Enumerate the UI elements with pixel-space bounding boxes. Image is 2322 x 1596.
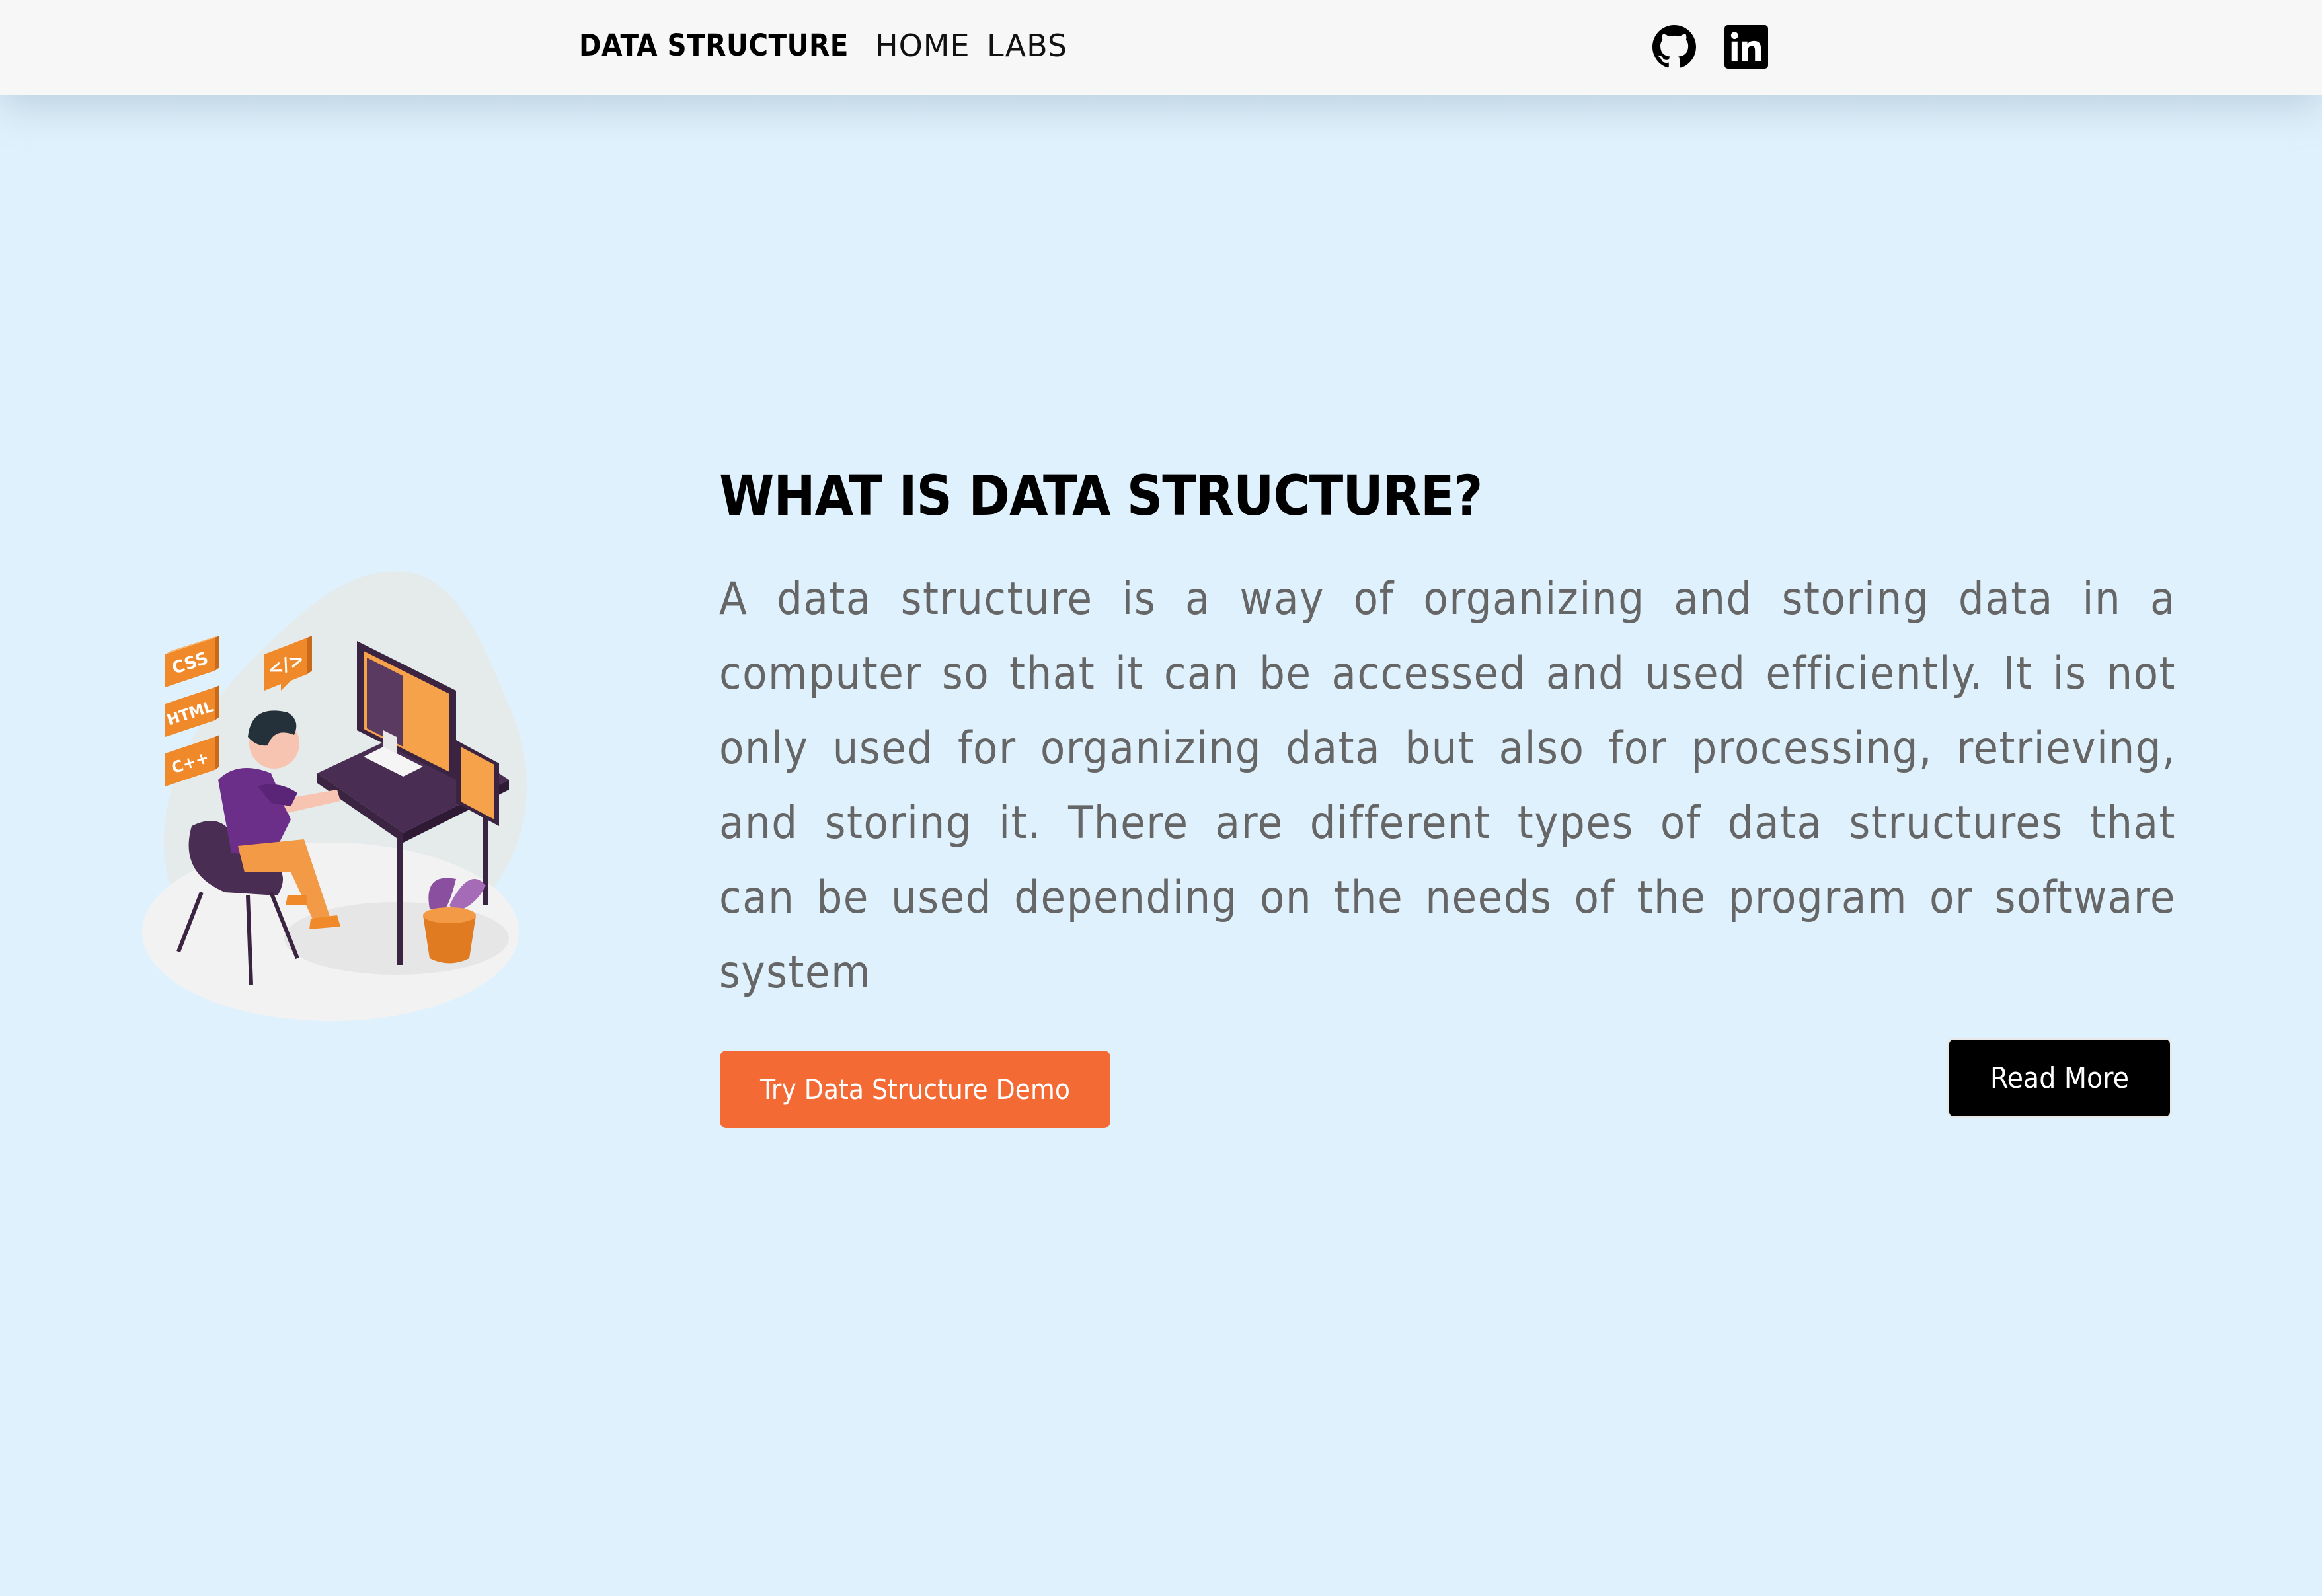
css-tag: CSS <box>165 636 219 687</box>
description-text: A data structure is a way of organizing … <box>719 573 2176 999</box>
navbar: DATA STRUCTURE HOME LABS <box>0 0 2322 95</box>
developer-illustration: CSS HTML C++ </> <box>142 571 527 1021</box>
read-more-button[interactable]: Read More <box>1947 1038 2172 1118</box>
try-demo-button[interactable]: Try Data Structure Demo <box>720 1051 1110 1128</box>
linkedin-icon[interactable] <box>1724 25 1768 69</box>
nav-link-labs[interactable]: LABS <box>987 28 1067 63</box>
brand-logo[interactable]: DATA STRUCTURE <box>579 28 849 63</box>
github-icon[interactable] <box>1652 25 1696 69</box>
page-title: WHAT IS DATA STRUCTURE? <box>719 463 1483 528</box>
nav-link-home[interactable]: HOME <box>875 28 970 63</box>
